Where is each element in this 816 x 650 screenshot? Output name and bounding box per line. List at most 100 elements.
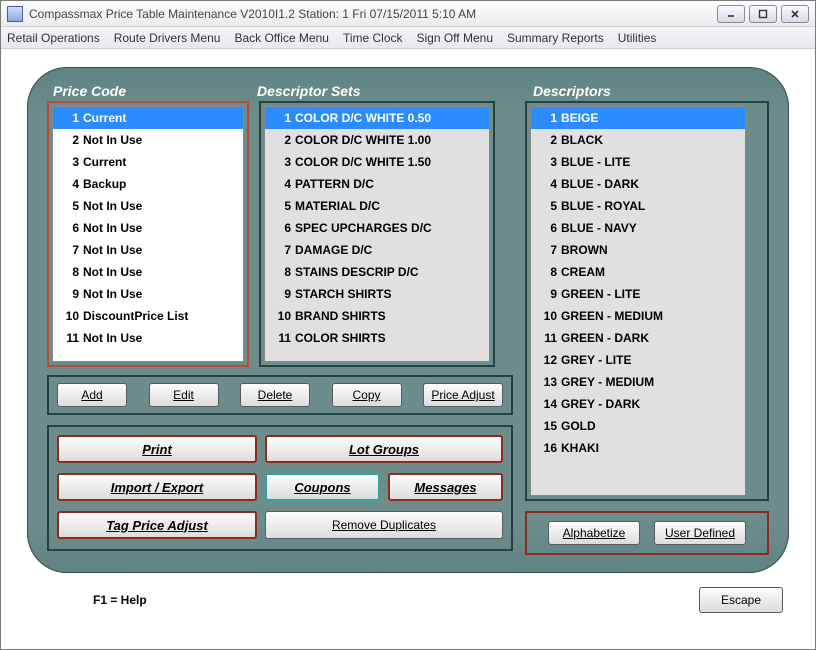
copy-button[interactable]: Copy: [332, 383, 402, 407]
menu-back-office[interactable]: Back Office Menu: [234, 31, 329, 45]
price-code-list[interactable]: 1Current2Not In Use3Current4Backup5Not I…: [52, 106, 244, 362]
row-number: 5: [57, 199, 83, 213]
descriptor-row[interactable]: 4BLUE - DARK: [531, 173, 745, 195]
menu-utilities[interactable]: Utilities: [618, 31, 657, 45]
price-adjust-button[interactable]: Price Adjust: [423, 383, 503, 407]
row-number: 7: [269, 243, 295, 257]
row-label: BRAND SHIRTS: [295, 309, 386, 323]
row-label: BLUE - NAVY: [561, 221, 637, 235]
descriptor-row[interactable]: 8CREAM: [531, 261, 745, 283]
descriptor-row[interactable]: 6BLUE - NAVY: [531, 217, 745, 239]
price-code-row[interactable]: 11Not In Use: [53, 327, 243, 349]
row-label: BLACK: [561, 133, 603, 147]
maximize-button[interactable]: [749, 5, 777, 23]
descriptor-set-row[interactable]: 10BRAND SHIRTS: [265, 305, 489, 327]
descriptor-row[interactable]: 3BLUE - LITE: [531, 151, 745, 173]
descriptor-set-row[interactable]: 11COLOR SHIRTS: [265, 327, 489, 349]
descriptors-frame: 1BEIGE2BLACK3BLUE - LITE4BLUE - DARK5BLU…: [525, 101, 769, 501]
lot-groups-button[interactable]: Lot Groups: [265, 435, 503, 463]
descriptor-row[interactable]: 2BLACK: [531, 129, 745, 151]
descriptor-row[interactable]: 16KHAKI: [531, 437, 745, 459]
menu-sign-off[interactable]: Sign Off Menu: [417, 31, 494, 45]
descriptor-set-row[interactable]: 4PATTERN D/C: [265, 173, 489, 195]
edit-button[interactable]: Edit: [149, 383, 219, 407]
descriptor-set-row[interactable]: 1COLOR D/C WHITE 0.50: [265, 107, 489, 129]
row-label: DAMAGE D/C: [295, 243, 372, 257]
remove-duplicates-button[interactable]: Remove Duplicates: [265, 511, 503, 539]
descriptor-buttons: Alphabetize User Defined: [525, 511, 769, 555]
descriptor-row[interactable]: 14GREY - DARK: [531, 393, 745, 415]
price-code-row[interactable]: 5Not In Use: [53, 195, 243, 217]
descriptor-row[interactable]: 5BLUE - ROYAL: [531, 195, 745, 217]
row-number: 7: [535, 243, 561, 257]
descriptor-set-row[interactable]: 2COLOR D/C WHITE 1.00: [265, 129, 489, 151]
row-number: 10: [269, 309, 295, 323]
price-code-row[interactable]: 8Not In Use: [53, 261, 243, 283]
row-number: 16: [535, 441, 561, 455]
price-code-row[interactable]: 10DiscountPrice List: [53, 305, 243, 327]
row-label: GREY - MEDIUM: [561, 375, 654, 389]
import-export-button[interactable]: Import / Export: [57, 473, 257, 501]
client-area: Price Code Descriptor Sets 1Current2Not …: [1, 49, 815, 649]
menu-time-clock[interactable]: Time Clock: [343, 31, 403, 45]
row-number: 6: [535, 221, 561, 235]
row-label: Current: [83, 111, 126, 125]
row-label: KHAKI: [561, 441, 599, 455]
row-number: 6: [57, 221, 83, 235]
menu-route-drivers[interactable]: Route Drivers Menu: [114, 31, 221, 45]
print-button[interactable]: Print: [57, 435, 257, 463]
descriptor-set-row[interactable]: 8STAINS DESCRIP D/C: [265, 261, 489, 283]
messages-button[interactable]: Messages: [388, 473, 503, 501]
row-label: GOLD: [561, 419, 596, 433]
minimize-button[interactable]: [717, 5, 745, 23]
close-button[interactable]: [781, 5, 809, 23]
descriptor-row[interactable]: 13GREY - MEDIUM: [531, 371, 745, 393]
row-number: 8: [535, 265, 561, 279]
descriptor-set-row[interactable]: 6SPEC UPCHARGES D/C: [265, 217, 489, 239]
price-code-row[interactable]: 7Not In Use: [53, 239, 243, 261]
user-defined-button[interactable]: User Defined: [654, 521, 746, 545]
delete-button[interactable]: Delete: [240, 383, 310, 407]
row-label: BLUE - ROYAL: [561, 199, 645, 213]
row-number: 2: [57, 133, 83, 147]
descriptor-sets-list[interactable]: 1COLOR D/C WHITE 0.502COLOR D/C WHITE 1.…: [264, 106, 490, 362]
descriptors-list[interactable]: 1BEIGE2BLACK3BLUE - LITE4BLUE - DARK5BLU…: [530, 106, 746, 496]
descriptor-row[interactable]: 9GREEN - LITE: [531, 283, 745, 305]
row-label: Not In Use: [83, 243, 142, 257]
price-code-row[interactable]: 3Current: [53, 151, 243, 173]
descriptor-set-row[interactable]: 9STARCH SHIRTS: [265, 283, 489, 305]
main-panel: Price Code Descriptor Sets 1Current2Not …: [27, 67, 789, 573]
escape-button[interactable]: Escape: [699, 587, 783, 613]
descriptor-row[interactable]: 11GREEN - DARK: [531, 327, 745, 349]
row-label: BLUE - DARK: [561, 177, 639, 191]
row-label: COLOR D/C WHITE 0.50: [295, 111, 431, 125]
price-code-row[interactable]: 9Not In Use: [53, 283, 243, 305]
row-label: MATERIAL D/C: [295, 199, 380, 213]
add-button[interactable]: Add: [57, 383, 127, 407]
menu-retail-operations[interactable]: Retail Operations: [7, 31, 100, 45]
row-number: 6: [269, 221, 295, 235]
menubar: Retail Operations Route Drivers Menu Bac…: [1, 27, 815, 49]
descriptor-row[interactable]: 10GREEN - MEDIUM: [531, 305, 745, 327]
row-number: 4: [57, 177, 83, 191]
descriptor-row[interactable]: 12GREY - LITE: [531, 349, 745, 371]
descriptor-set-row[interactable]: 5MATERIAL D/C: [265, 195, 489, 217]
descriptor-set-row[interactable]: 3COLOR D/C WHITE 1.50: [265, 151, 489, 173]
descriptor-row[interactable]: 1BEIGE: [531, 107, 745, 129]
descriptor-row[interactable]: 7BROWN: [531, 239, 745, 261]
tag-price-adjust-button[interactable]: Tag Price Adjust: [57, 511, 257, 539]
price-code-row[interactable]: 1Current: [53, 107, 243, 129]
price-code-row[interactable]: 2Not In Use: [53, 129, 243, 151]
row-label: Current: [83, 155, 126, 169]
price-code-row[interactable]: 6Not In Use: [53, 217, 243, 239]
row-label: Not In Use: [83, 221, 142, 235]
row-number: 1: [535, 111, 561, 125]
price-code-row[interactable]: 4Backup: [53, 173, 243, 195]
descriptor-row[interactable]: 15GOLD: [531, 415, 745, 437]
alphabetize-button[interactable]: Alphabetize: [548, 521, 640, 545]
menu-summary-reports[interactable]: Summary Reports: [507, 31, 604, 45]
big-button-panel: Print Lot Groups Import / Export Coupons…: [47, 425, 513, 551]
row-number: 4: [535, 177, 561, 191]
coupons-button[interactable]: Coupons: [265, 473, 380, 501]
descriptor-set-row[interactable]: 7DAMAGE D/C: [265, 239, 489, 261]
